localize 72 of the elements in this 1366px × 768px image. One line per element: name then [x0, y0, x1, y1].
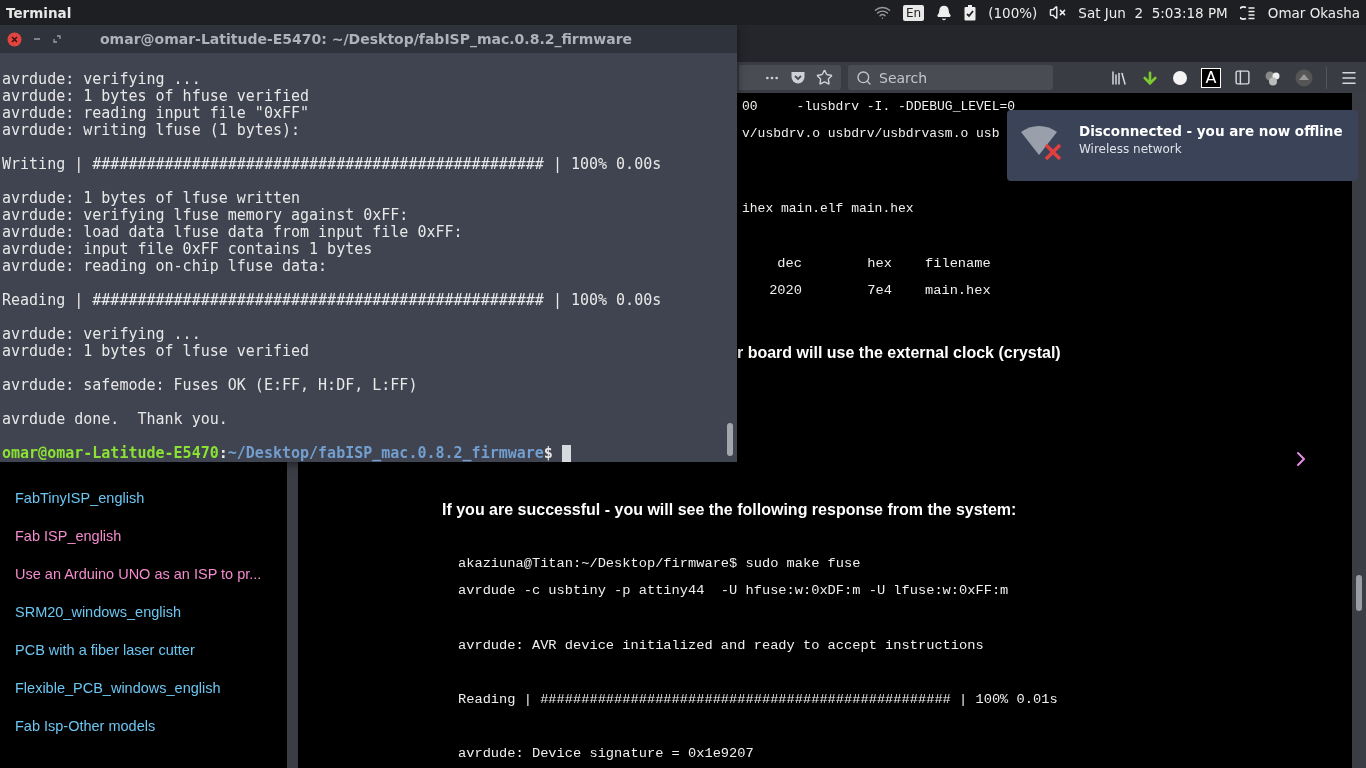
- sidebar-link[interactable]: PCB with a fiber laser cutter: [0, 631, 287, 669]
- sidebar-link[interactable]: Flexible_PCB_windows_english: [0, 669, 287, 707]
- bell-icon[interactable]: [936, 4, 953, 21]
- sidebar-link[interactable]: Use an Arduino UNO as an ISP to pr...: [0, 555, 287, 593]
- battery-icon[interactable]: [964, 4, 977, 21]
- pocket-icon[interactable]: [790, 69, 806, 86]
- muted-speaker-icon[interactable]: [1049, 4, 1067, 21]
- app-name: Terminal: [6, 4, 72, 21]
- terminal-line: avrdude: verifying ...: [2, 70, 201, 88]
- terminal-line: avrdude: safemode: Fuses OK (E:FF, H:DF, L:FF): [2, 376, 418, 394]
- terminal-line: avrdude: reading input file "0xFF": [2, 104, 310, 122]
- text-extension-button[interactable]: A: [1201, 67, 1221, 88]
- prompt-path: ~/Desktop/fabISP_mac.0.8.2_firmware: [227, 444, 544, 462]
- terminal-line: avrdude: verifying ...: [2, 325, 201, 343]
- table-cell-text: dec: [776, 255, 802, 273]
- page-scrollbar[interactable]: [1352, 93, 1366, 768]
- terminal-line: Reading | ################################################## | 100% 0.00s: [2, 291, 662, 309]
- user-name[interactable]: Omar Okasha: [1267, 4, 1360, 21]
- scrollbar-thumb[interactable]: [727, 423, 733, 456]
- sidebar-link[interactable]: Fab Isp-Other models: [0, 707, 287, 745]
- notification-title: Disconnected - you are now offline: [1079, 123, 1343, 139]
- wifi-icon[interactable]: [874, 4, 892, 21]
- code-line: avrdude: AVR device initialized and ready to accept instructions: [458, 637, 984, 655]
- terminal-line: avrdude: 1 bytes of lfuse verified: [2, 342, 310, 360]
- scrollbar-thumb[interactable]: [1356, 575, 1362, 611]
- terminal-line: avrdude: reading on-chip lfuse data:: [2, 257, 328, 275]
- notification-body: Wireless network: [1079, 141, 1183, 157]
- table-cell-text: 2020: [768, 282, 802, 300]
- library-icon[interactable]: [1110, 68, 1128, 87]
- window-title: omar@omar-Latitude-E5470: ~/Desktop/fabISP_mac.0.8.2_firmware: [100, 31, 633, 47]
- table-cell-text: hex: [866, 255, 892, 273]
- bookmark-star-icon[interactable]: [816, 69, 833, 86]
- sidebar-link[interactable]: Fab ISP_english: [0, 517, 287, 555]
- address-bar[interactable]: [739, 65, 841, 90]
- search-icon: [856, 69, 872, 86]
- search-field[interactable]: Search: [848, 65, 1053, 90]
- table-cell-text: 7e4: [866, 282, 892, 300]
- keyboard-layout-indicator[interactable]: En: [903, 4, 925, 21]
- code-line: avrdude: Device signature = 0x1e9207: [458, 745, 754, 763]
- terminal-line: avrdude: load data lfuse data from input file 0xFF:: [2, 223, 463, 241]
- sidebar-link[interactable]: FabTinyISP_english: [0, 479, 287, 517]
- code-line: Reading | ################################################## | 100% 0.01s: [458, 691, 1058, 709]
- sidebar-icon[interactable]: [1234, 69, 1251, 86]
- terminal-line: avrdude: 1 bytes of lfuse written: [2, 189, 300, 207]
- prompt-user-host: omar@omar-Latitude-E5470: [2, 444, 219, 462]
- terminal-line: avrdude done. Thank you.: [2, 410, 228, 428]
- circle-icon[interactable]: [1172, 69, 1188, 86]
- terminal-line: avrdude: 1 bytes of hfuse verified: [2, 87, 310, 105]
- table-cell-text: filename: [924, 255, 991, 273]
- terminal-line: avrdude: writing lfuse (1 bytes):: [2, 121, 300, 139]
- sidebar-link[interactable]: SRM20_windows_english: [0, 593, 287, 631]
- table-cell-text: main.hex: [924, 282, 991, 300]
- sidebar-scrollbar[interactable]: [287, 462, 298, 768]
- clock[interactable]: Sat Jun 2 5:03:18 PM: [1078, 4, 1228, 21]
- prompt-separator: :: [218, 444, 228, 462]
- code-line: v/usbdrv.o usbdrv/usbdrvasm.o usb: [742, 125, 1000, 143]
- terminal-line: avrdude: input file 0xFF contains 1 bytes: [2, 240, 373, 258]
- prompt-symbol: $: [543, 444, 553, 462]
- close-icon[interactable]: [7, 31, 22, 47]
- code-line: 00 -lusbdrv -I. -DDEBUG_LEVEL=0: [742, 98, 1016, 116]
- terminal-line: avrdude: verifying lfuse memory against 0xFF:: [2, 206, 409, 224]
- text-cursor: [561, 444, 571, 462]
- code-line: avrdude -c usbtiny -p attiny44 -U hfuse:w:0xDF:m -U lfuse:w:0xFF:m: [458, 582, 1009, 600]
- code-line: akaziuna@Titan:~/Desktop/firmware$ sudo make fuse: [458, 555, 861, 573]
- section-heading: If you are successful - you will see the following response from the system:: [442, 500, 1017, 520]
- maximize-icon[interactable]: [52, 34, 62, 44]
- extension-icon[interactable]: [1295, 68, 1313, 87]
- code-line: ihex main.elf main.hex: [742, 200, 914, 218]
- paragraph-text: r board will use the external clock (crystal): [737, 343, 1061, 363]
- spheres-icon[interactable]: [1264, 69, 1282, 86]
- battery-percentage: (100%): [988, 4, 1038, 21]
- terminal-line: Writing | ################################################## | 100% 0.00s: [2, 155, 662, 173]
